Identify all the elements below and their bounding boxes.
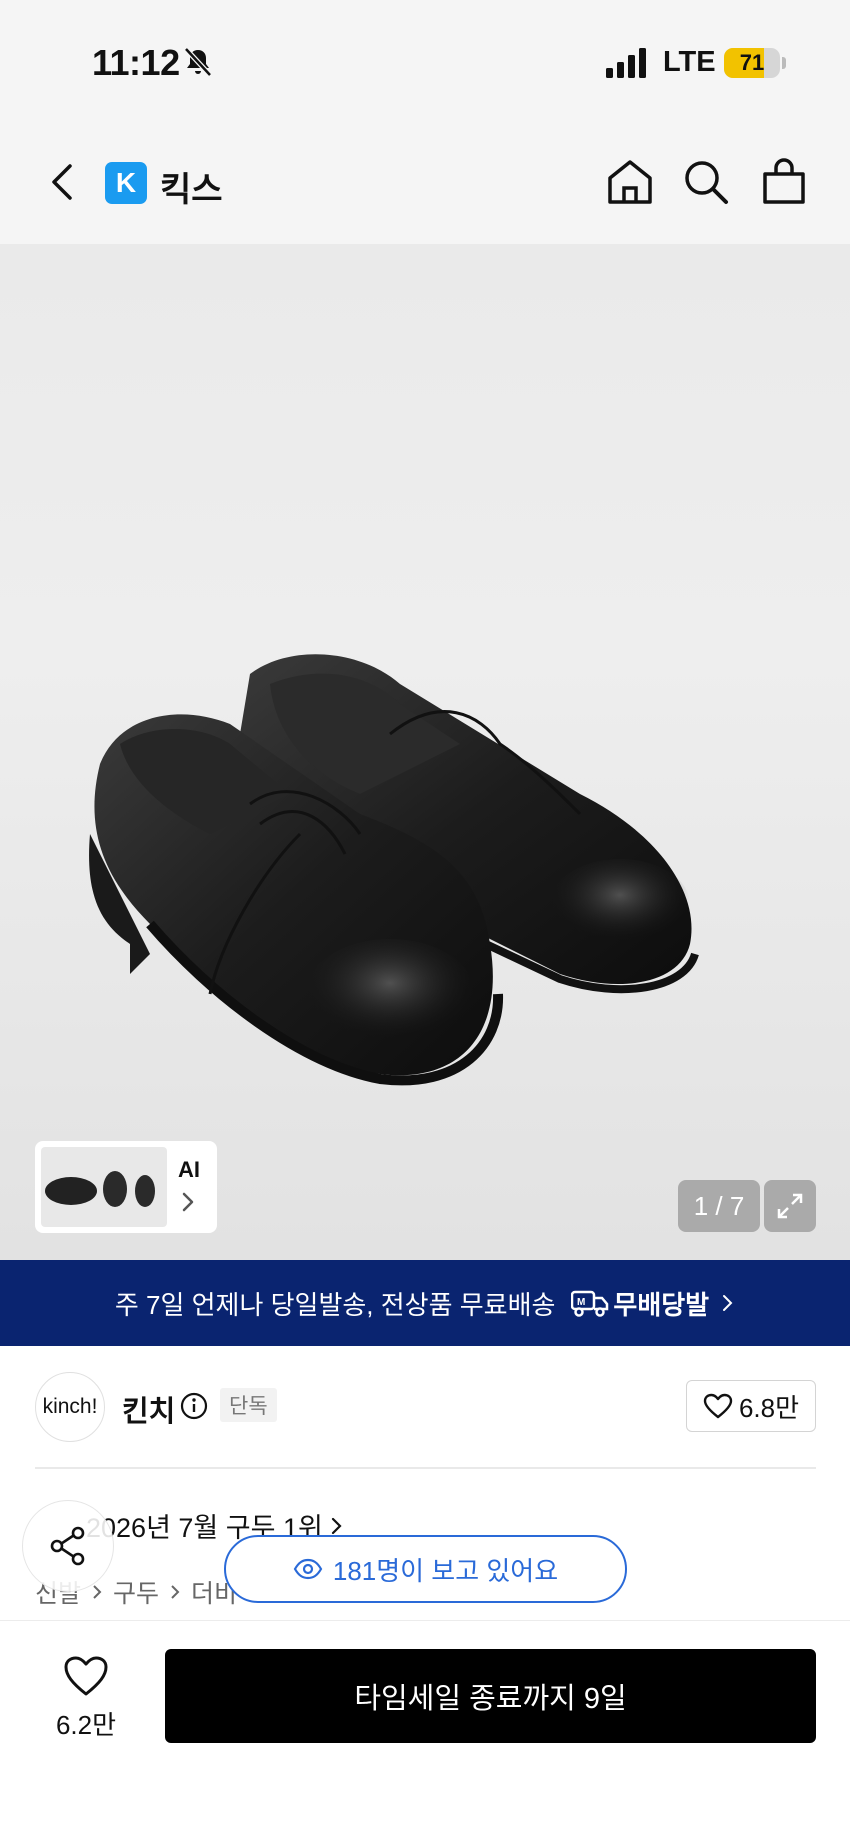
promo-text: 주 7일 언제나 당일발송, 전상품 무료배송 xyxy=(114,1289,556,1320)
share-button[interactable] xyxy=(22,1500,114,1592)
live-viewers-pill: 181명이 보고 있어요 xyxy=(224,1535,627,1603)
chevron-right-icon xyxy=(93,1585,102,1599)
image-page-counter: 1 / 7 xyxy=(678,1180,760,1232)
svg-text:M: M xyxy=(577,1297,585,1308)
exclusive-badge: 단독 xyxy=(220,1388,277,1422)
free-shipping-banner[interactable]: 주 7일 언제나 당일발송, 전상품 무료배송 M 무배당발 xyxy=(0,1260,850,1346)
share-icon xyxy=(50,1526,85,1566)
battery-level: 71 xyxy=(739,50,765,75)
search-icon[interactable] xyxy=(680,156,732,208)
status-time: 11:12 xyxy=(92,42,180,83)
eye-icon xyxy=(293,1558,323,1580)
breadcrumb-item[interactable]: 구두 xyxy=(113,1574,159,1610)
cart-icon[interactable] xyxy=(758,156,810,208)
bell-slash-icon xyxy=(184,47,212,77)
signal-icon xyxy=(606,48,646,78)
divider xyxy=(35,1467,816,1469)
wishlist-count: 6.2만 xyxy=(55,1710,117,1740)
delivery-truck-icon: M xyxy=(571,1290,609,1317)
brand-like-button[interactable]: 6.8만 xyxy=(686,1380,816,1432)
expand-button[interactable] xyxy=(764,1180,816,1232)
purchase-button[interactable]: 타임세일 종료까지 9일 xyxy=(165,1649,816,1743)
heart-icon xyxy=(703,1393,733,1419)
chevron-right-icon xyxy=(331,1517,342,1534)
chevron-right-icon xyxy=(182,1192,194,1212)
delivery-service-logo: M 무배당발 xyxy=(571,1285,709,1322)
live-viewers-text: 181명이 보고 있어요 xyxy=(332,1555,559,1586)
brand-avatar[interactable]: kinch! xyxy=(35,1372,105,1442)
expand-icon xyxy=(777,1193,803,1219)
heart-icon[interactable] xyxy=(63,1655,109,1697)
info-icon[interactable] xyxy=(180,1392,208,1420)
network-type: LTE xyxy=(663,46,716,78)
home-icon[interactable] xyxy=(604,156,656,208)
chevron-right-icon xyxy=(723,1295,733,1311)
battery-indicator: 71 xyxy=(724,48,780,78)
bottom-action-bar: 6.2만 타임세일 종료까지 9일 xyxy=(0,1620,850,1842)
ai-similar-card[interactable]: AI xyxy=(35,1141,217,1233)
brand-name[interactable]: 킨치 xyxy=(122,1388,175,1430)
ai-label: AI xyxy=(178,1157,200,1182)
brand-like-count: 6.8만 xyxy=(738,1392,800,1423)
brand-logo[interactable]: K xyxy=(105,162,147,204)
product-image-gallery[interactable]: AI 1 / 7 xyxy=(0,244,850,1260)
app-name: 킥스 xyxy=(160,171,223,209)
service-name: 무배당발 xyxy=(613,1289,710,1320)
app-header: K 킥스 xyxy=(0,120,850,244)
status-bar: 11:12 LTE 71 xyxy=(0,0,850,120)
back-icon[interactable] xyxy=(44,160,80,204)
chevron-right-icon xyxy=(171,1585,180,1599)
thumbnail-image xyxy=(41,1147,167,1227)
battery-cap xyxy=(782,57,786,69)
